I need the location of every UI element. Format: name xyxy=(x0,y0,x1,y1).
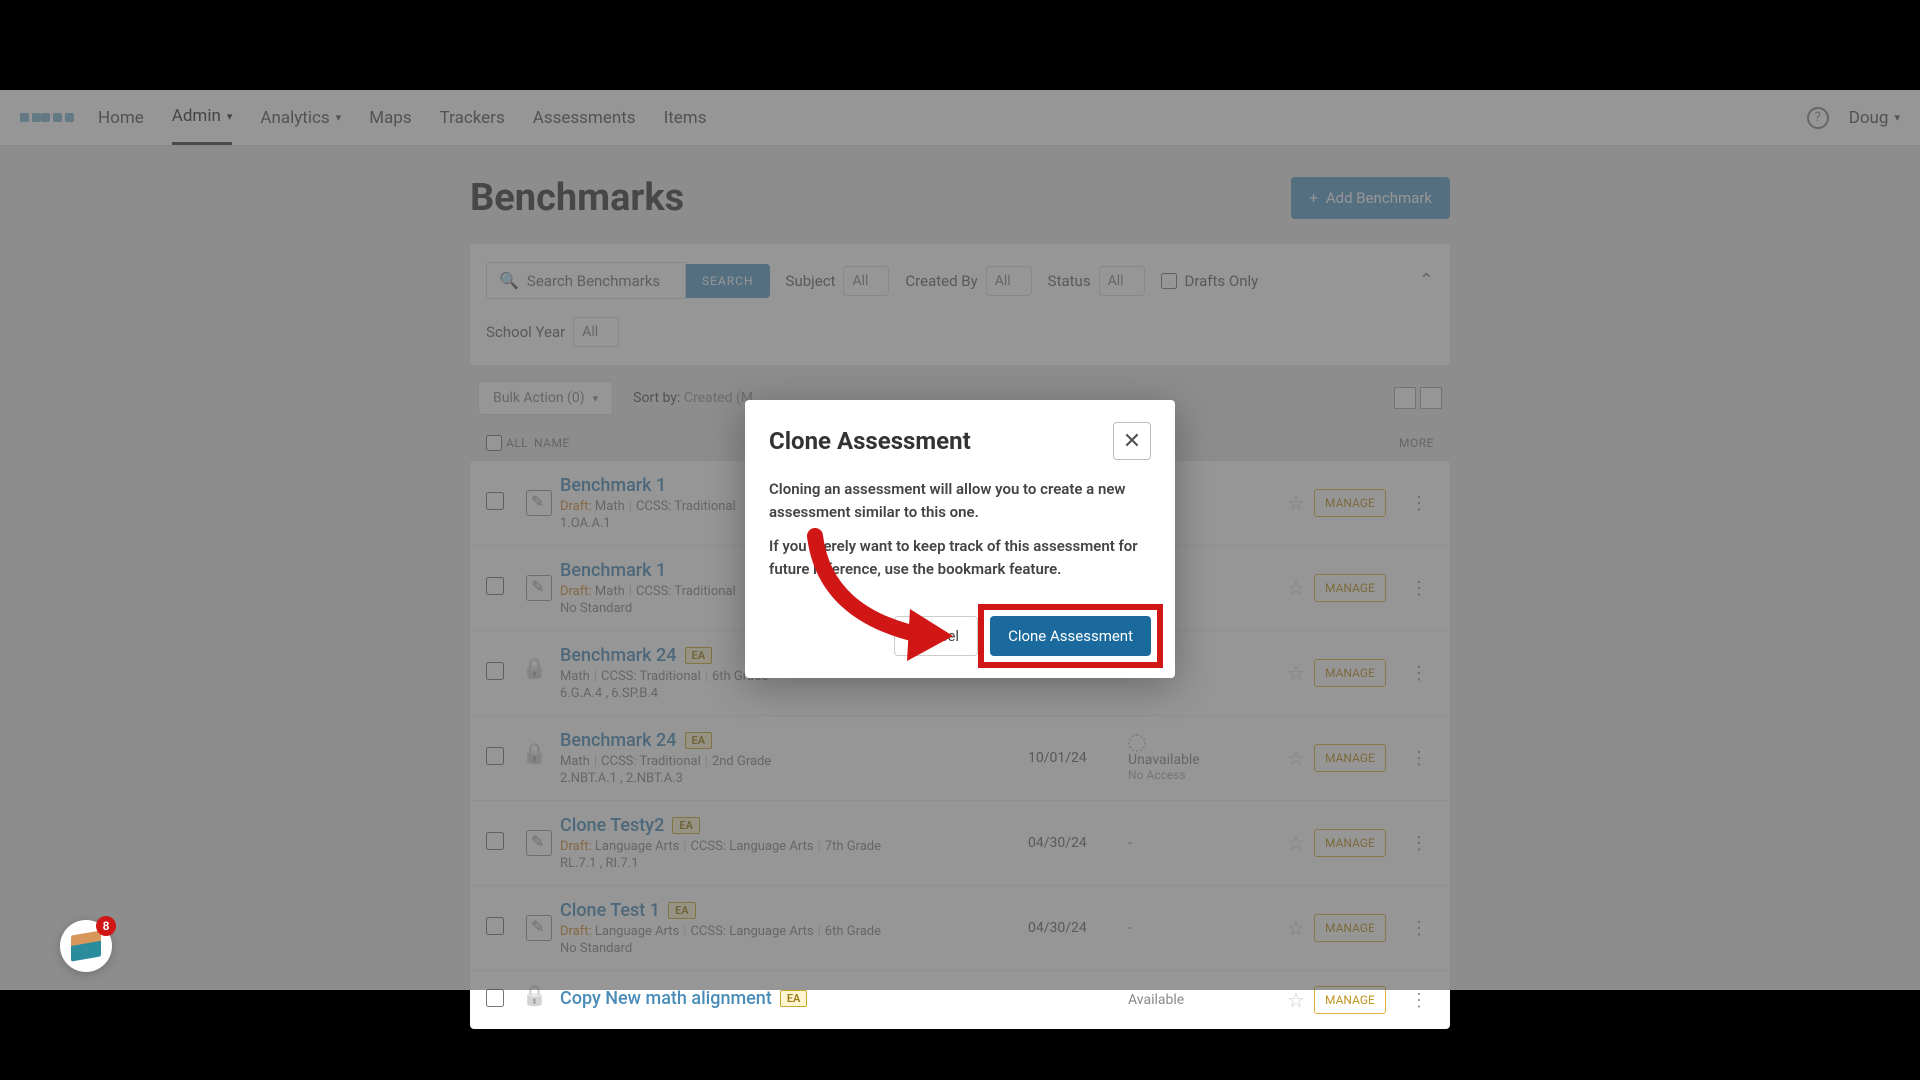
row-checkbox[interactable] xyxy=(486,989,504,1007)
close-icon[interactable]: ✕ xyxy=(1113,422,1151,460)
bookmark-icon[interactable]: ☆ xyxy=(1278,988,1314,1012)
notification-count: 8 xyxy=(96,916,116,936)
cancel-button[interactable]: Cancel xyxy=(894,616,978,656)
manage-button[interactable]: MANAGE xyxy=(1314,986,1386,1014)
clone-assessment-modal: Clone Assessment ✕ Cloning an assessment… xyxy=(745,400,1175,678)
more-icon[interactable]: ⋮ xyxy=(1404,990,1434,1011)
modal-text-1: Cloning an assessment will allow you to … xyxy=(769,478,1151,523)
ea-badge: EA xyxy=(780,990,808,1007)
notification-badge[interactable]: 8 xyxy=(60,920,112,972)
modal-text-2: If you merely want to keep track of this… xyxy=(769,535,1151,580)
modal-title: Clone Assessment xyxy=(769,427,971,455)
clone-assessment-button[interactable]: Clone Assessment xyxy=(990,616,1151,656)
row-title[interactable]: Copy New math alignment EA xyxy=(560,988,1018,1009)
row-status: Available xyxy=(1128,992,1278,1008)
